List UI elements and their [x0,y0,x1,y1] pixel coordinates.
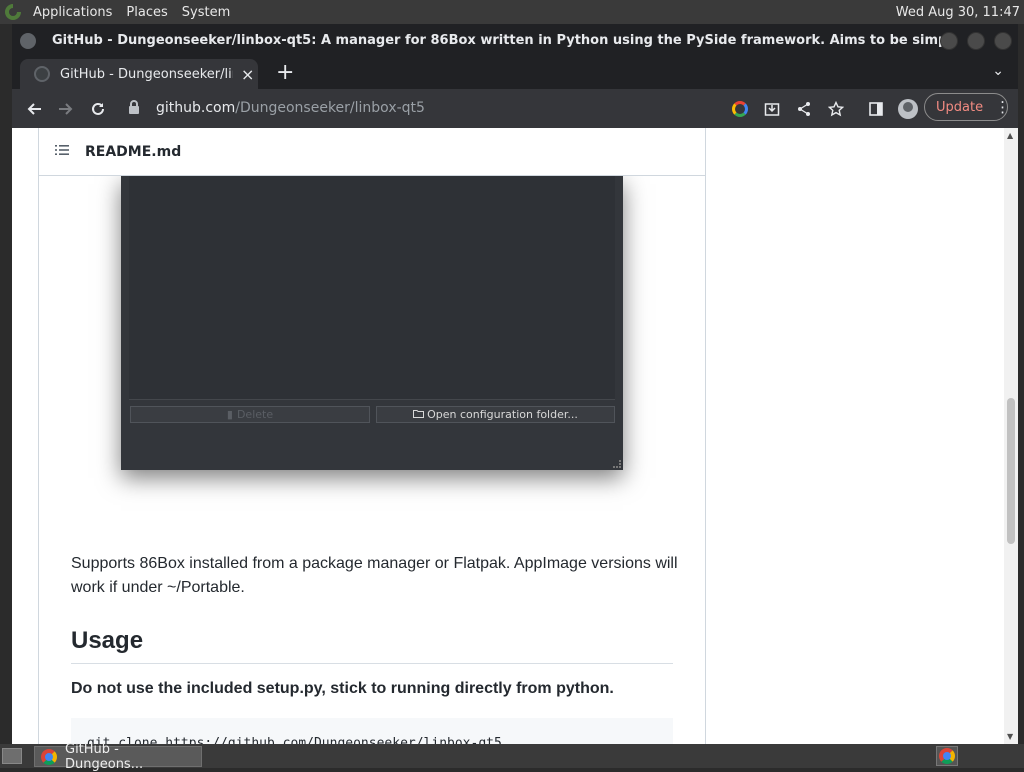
usage-note: Do not use the included setup.py, stick … [71,680,614,697]
list-icon[interactable] [55,144,69,160]
close-window-button[interactable] [994,32,1012,50]
chrome-icon [41,748,57,765]
lock-icon[interactable] [128,99,142,117]
google-lens-button[interactable] [724,93,756,125]
back-arrow-icon [27,102,41,115]
readme-filename[interactable]: README.md [85,144,181,160]
open-folder-label: Open configuration folder... [427,408,578,421]
github-favicon-icon [34,66,50,82]
tray-chrome-button[interactable] [936,746,958,766]
tab-strip: GitHub - Dungeonseeker/linbox-qt5 × + ⌄ [12,57,1018,89]
back-button[interactable] [18,93,50,125]
reload-icon [92,102,104,115]
side-panel-icon [869,102,883,116]
forward-button[interactable] [50,93,82,125]
address-bar[interactable]: github.com/Dungeonseeker/linbox-qt5 [116,93,726,123]
clock[interactable]: Wed Aug 30, 11:47 [896,5,1024,20]
delete-label: Delete [236,408,274,421]
show-desktop-button[interactable] [2,748,22,764]
window-menu-icon[interactable] [20,32,36,49]
bookmark-star-icon [828,101,844,117]
screenshot-delete-button: ▮ Delete [130,406,370,423]
update-button[interactable]: Update ⋮ [924,93,1010,121]
profile-avatar-icon [898,99,918,119]
chrome-icon [939,748,955,764]
tab-search-chevron-icon[interactable]: ⌄ [992,63,1004,79]
window-titlebar[interactable]: GitHub - Dungeonseeker/linbox-qt5: A man… [12,24,1018,57]
resize-grip-icon [613,460,621,468]
app-screenshot-image: ▮ Delete Open configuration folder... [121,176,623,470]
update-label: Update [936,99,984,115]
google-lens-icon [732,101,748,117]
readme-header: README.md [39,128,705,176]
install-icon [764,103,780,116]
browser-window: GitHub - Dungeonseeker/linbox-qt5: A man… [12,24,1018,744]
taskbar-item-label: GitHub - Dungeons... [65,741,144,772]
taskbar-item-chrome[interactable]: GitHub - Dungeons... [34,742,202,772]
forward-arrow-icon [59,102,73,115]
menu-system[interactable]: System [175,5,237,20]
scroll-down-arrow-icon[interactable]: ▼ [1007,732,1013,741]
tab-github-linbox[interactable]: GitHub - Dungeonseeker/linbox-qt5 × [20,59,258,89]
usage-heading: Usage [71,624,673,664]
trash-icon: ▮ [226,408,233,421]
browser-toolbar: github.com/Dungeonseeker/linbox-qt5 Upda… [12,89,1018,128]
profile-button[interactable] [892,93,924,125]
new-tab-button[interactable]: + [276,60,294,85]
screenshot-list-area [129,176,615,400]
readme-panel: ▮ Delete Open configuration folder... RE… [38,128,706,744]
code-block: git clone https://github.com/Dungeonseek… [71,718,673,744]
bookmark-button[interactable] [820,93,852,125]
scroll-up-arrow-icon[interactable]: ▲ [1007,131,1013,140]
share-icon [798,102,810,116]
menu-applications[interactable]: Applications [26,5,119,20]
window-title: GitHub - Dungeonseeker/linbox-qt5: A man… [52,33,942,48]
kebab-menu-icon[interactable]: ⋮ [995,98,1010,116]
share-button[interactable] [788,93,820,125]
screenshot-open-folder-button: Open configuration folder... [376,406,615,423]
toolbar-right-icons [724,93,924,125]
tab-label: GitHub - Dungeonseeker/linbox-qt5 [60,66,233,82]
bottom-taskbar: GitHub - Dungeons... [0,742,1024,772]
maximize-button[interactable] [967,32,985,50]
page-content: ▮ Delete Open configuration folder... RE… [12,128,1018,744]
support-paragraph: Supports 86Box installed from a package … [71,555,678,596]
scrollbar-thumb[interactable] [1007,398,1015,544]
mate-logo-icon[interactable] [0,0,26,24]
tab-close-icon[interactable]: × [241,65,254,84]
install-button[interactable] [756,93,788,125]
page-scrollbar[interactable]: ▲ ▼ [1004,128,1018,744]
folder-icon [413,408,425,421]
minimize-button[interactable] [940,32,958,50]
url-host: github.com [156,100,236,116]
system-top-panel: Applications Places System Wed Aug 30, 1… [0,0,1024,24]
url-path: /Dungeonseeker/linbox-qt5 [235,100,425,116]
window-controls [940,32,1012,50]
reload-button[interactable] [82,93,114,125]
menu-places[interactable]: Places [119,5,174,20]
side-panel-button[interactable] [860,93,892,125]
